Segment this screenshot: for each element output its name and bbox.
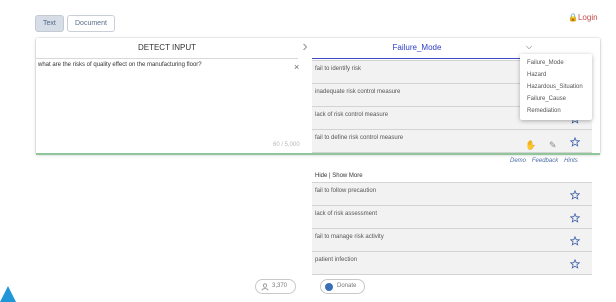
target-type-selector[interactable]: Failure_Mode	[312, 43, 522, 52]
selected-type-label: Failure_Mode	[392, 43, 442, 52]
result-text: fail to identify risk	[315, 66, 362, 72]
detect-input-header: DETECT INPUT	[137, 43, 197, 52]
menu-item-hazard[interactable]: Hazard	[520, 69, 592, 81]
result-text: fail to follow precaution	[315, 188, 377, 194]
star-icon[interactable]	[570, 259, 580, 269]
star-icon[interactable]	[570, 137, 580, 147]
donate-icon	[325, 283, 333, 291]
menu-item-remediation[interactable]: Remediation	[520, 105, 592, 117]
clear-icon[interactable]: ×	[294, 62, 299, 72]
lock-icon: 🔒	[568, 13, 578, 22]
hide-show-more: Hide | Show More	[315, 173, 363, 179]
pencil-icon[interactable]: ✎	[549, 140, 557, 151]
thumbs-icon[interactable]: ✋	[525, 140, 536, 151]
text-mode-button[interactable]: Text	[35, 15, 64, 32]
show-more-link[interactable]: Show More	[332, 173, 362, 179]
hide-link[interactable]: Hide	[315, 173, 327, 179]
result-text: lack of risk assessment	[315, 211, 378, 217]
result-item[interactable]: patient infection	[312, 252, 592, 275]
star-icon[interactable]	[570, 213, 580, 223]
login-label: Login	[577, 13, 598, 22]
donate-button[interactable]: Donate	[320, 279, 366, 294]
donate-label: Donate	[337, 283, 357, 289]
user-icon	[261, 283, 269, 291]
hints-link[interactable]: Hints	[564, 158, 578, 164]
active-header-underline	[312, 58, 542, 59]
card-actions: Demo Feedback Hints	[510, 157, 578, 164]
result-item[interactable]: fail to follow precaution	[312, 182, 592, 206]
user-count-pill[interactable]: 3,370	[255, 279, 297, 294]
result-item[interactable]: lack of risk assessment	[312, 206, 592, 229]
login-button[interactable]: 🔒Login	[568, 13, 598, 22]
result-text: fail to manage risk activity	[315, 234, 384, 240]
separator: |	[329, 173, 331, 179]
result-text: patient infection	[315, 257, 358, 263]
chevron-down-icon[interactable]: ⌵	[526, 42, 532, 52]
document-mode-button[interactable]: Document	[67, 15, 115, 32]
menu-item-hazardous-situation[interactable]: Hazardous_Situation	[520, 81, 592, 93]
menu-item-failure-mode[interactable]: Failure_Mode	[520, 57, 592, 69]
demo-link[interactable]: Demo	[510, 158, 526, 164]
result-text: inadequate risk control measure	[315, 89, 401, 95]
source-text-input[interactable]: what are the risks of quality effect on …	[38, 62, 288, 68]
result-item[interactable]: fail to manage risk activity	[312, 229, 592, 252]
user-count: 3,370	[272, 283, 288, 289]
left-header-divider	[36, 58, 298, 59]
logo-icon	[0, 286, 16, 302]
more-results-list: fail to follow precaution lack of risk a…	[312, 182, 592, 275]
result-text: fail to define risk control measure	[315, 135, 404, 141]
menu-item-failure-cause[interactable]: Failure_Cause	[520, 93, 592, 105]
feedback-link[interactable]: Feedback	[532, 158, 558, 164]
star-icon[interactable]	[570, 236, 580, 246]
star-icon[interactable]	[570, 190, 580, 200]
arrow-right-icon: ›	[302, 38, 308, 55]
character-count: 60 / 5,000	[273, 142, 300, 148]
type-dropdown-menu: Failure_Mode Hazard Hazardous_Situation …	[520, 54, 592, 120]
card-status-bar	[36, 153, 600, 155]
result-text: lack of risk control measure	[315, 112, 389, 118]
